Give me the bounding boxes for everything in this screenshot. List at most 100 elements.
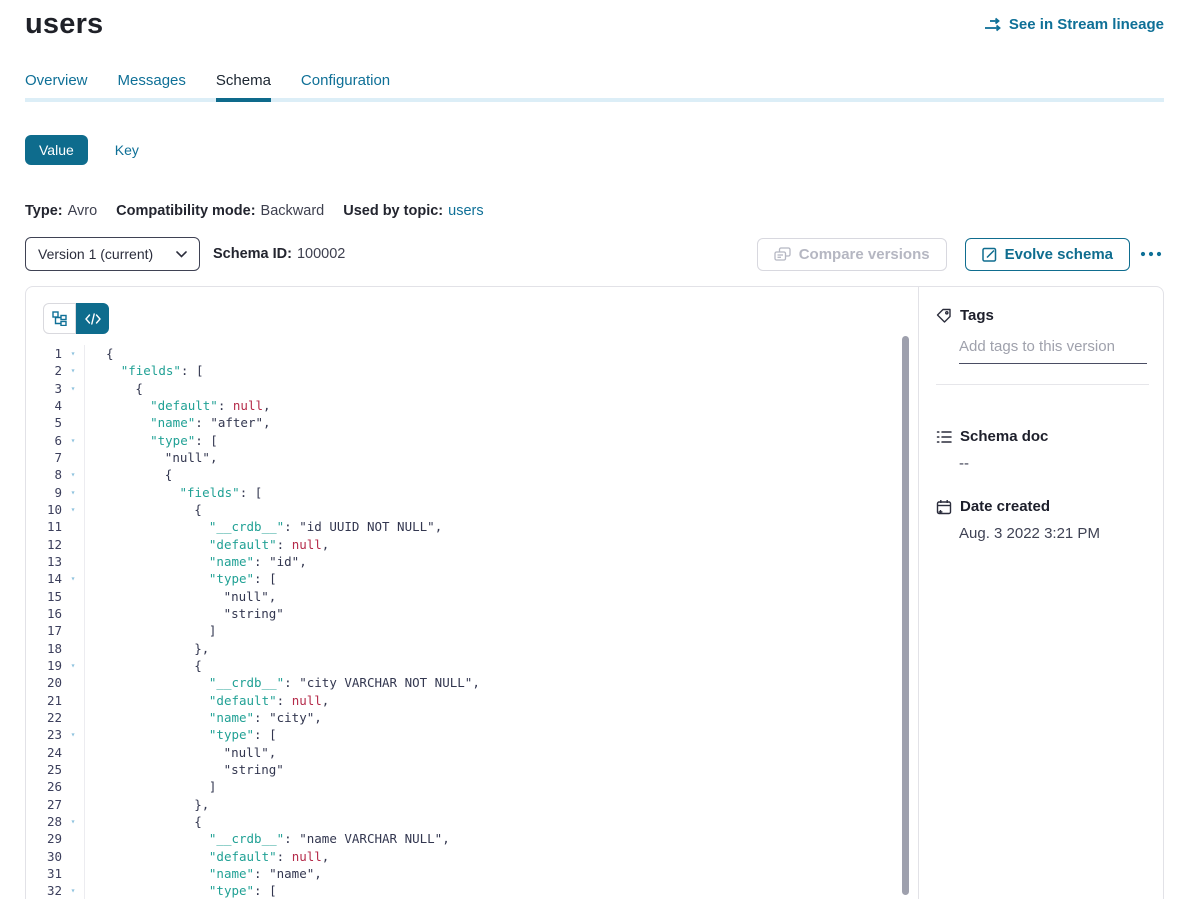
- fold-toggle-icon[interactable]: ▾: [62, 466, 84, 483]
- add-tags-input[interactable]: [959, 338, 1147, 364]
- line-number: 18: [26, 640, 62, 657]
- fold-toggle-icon[interactable]: ▾: [62, 570, 84, 587]
- code-text: "type": [: [84, 570, 918, 587]
- fold-spacer: [62, 674, 84, 691]
- code-text: ]: [84, 622, 918, 639]
- line-number: 17: [26, 622, 62, 639]
- code-text: "fields": [: [84, 362, 918, 379]
- line-number: 3: [26, 380, 62, 397]
- tab-schema[interactable]: Schema: [216, 72, 271, 102]
- calendar-plus-icon: [936, 499, 952, 515]
- fold-spacer: [62, 588, 84, 605]
- fold-toggle-icon[interactable]: ▾: [62, 362, 84, 379]
- fold-spacer: [62, 397, 84, 414]
- code-line: 7"null",: [26, 449, 918, 466]
- line-number: 7: [26, 449, 62, 466]
- code-text: {: [84, 466, 918, 483]
- code-line: 11"__crdb__": "id UUID NOT NULL",: [26, 518, 918, 535]
- fold-spacer: [62, 692, 84, 709]
- code-line: 28▾{: [26, 813, 918, 830]
- chevron-down-icon: [176, 251, 187, 258]
- code-text: },: [84, 796, 918, 813]
- fold-toggle-icon[interactable]: ▾: [62, 657, 84, 674]
- tree-view-icon: [52, 311, 67, 326]
- fold-toggle-icon[interactable]: ▾: [62, 380, 84, 397]
- code-text: "null",: [84, 744, 918, 761]
- code-text: {: [84, 813, 918, 830]
- line-number: 15: [26, 588, 62, 605]
- code-scrollbar[interactable]: [902, 336, 909, 895]
- code-line: 10▾{: [26, 501, 918, 518]
- line-number: 14: [26, 570, 62, 587]
- code-text: "default": null,: [84, 692, 918, 709]
- fold-spacer: [62, 536, 84, 553]
- value-toggle-button[interactable]: Value: [25, 135, 88, 165]
- line-number: 21: [26, 692, 62, 709]
- code-text: "name": "name",: [84, 865, 918, 882]
- code-view-button[interactable]: [76, 303, 109, 334]
- line-number: 19: [26, 657, 62, 674]
- schema-id-label: Schema ID:: [213, 246, 292, 262]
- compatibility-label: Compatibility mode:: [116, 203, 255, 219]
- code-text: "name": "after",: [84, 414, 918, 431]
- code-line: 23▾"type": [: [26, 726, 918, 743]
- code-line: 18},: [26, 640, 918, 657]
- stream-lineage-link[interactable]: See in Stream lineage: [984, 16, 1164, 33]
- version-toolbar: Version 1 (current) Schema ID: 100002 Com…: [25, 237, 1164, 271]
- code-line: 14▾"type": [: [26, 570, 918, 587]
- key-toggle-button[interactable]: Key: [115, 142, 139, 158]
- topbar: users See in Stream lineage: [25, 0, 1164, 41]
- tab-underline-track: [25, 98, 1164, 102]
- code-text: {: [84, 380, 918, 397]
- code-line: 4"default": null,: [26, 397, 918, 414]
- compare-versions-button[interactable]: Compare versions: [757, 238, 947, 271]
- schema-doc-value: --: [959, 455, 1149, 472]
- line-number: 10: [26, 501, 62, 518]
- fold-toggle-icon[interactable]: ▾: [62, 813, 84, 830]
- fold-spacer: [62, 830, 84, 847]
- code-line: 26]: [26, 778, 918, 795]
- fold-toggle-icon[interactable]: ▾: [62, 726, 84, 743]
- fold-toggle-icon[interactable]: ▾: [62, 345, 84, 362]
- fold-spacer: [62, 449, 84, 466]
- code-line: 24 "null",: [26, 744, 918, 761]
- code-editor: 1▾{2▾"fields": [3▾{4"default": null,5"na…: [26, 345, 918, 899]
- code-text: {: [84, 657, 918, 674]
- code-text: {: [84, 345, 918, 362]
- view-toggle: [43, 303, 109, 334]
- line-number: 22: [26, 709, 62, 726]
- topic-link[interactable]: users: [448, 203, 483, 219]
- line-number: 13: [26, 553, 62, 570]
- tree-view-button[interactable]: [43, 303, 76, 334]
- line-number: 24: [26, 744, 62, 761]
- code-text: {: [84, 501, 918, 518]
- code-text: "name": "id",: [84, 553, 918, 570]
- code-text: "string": [84, 761, 918, 778]
- evolve-schema-button[interactable]: Evolve schema: [965, 238, 1130, 271]
- date-created-value: Aug. 3 2022 3:21 PM: [959, 525, 1149, 542]
- code-line: 13 "name": "id",: [26, 553, 918, 570]
- code-text: "string": [84, 605, 918, 622]
- code-line: 12"default": null,: [26, 536, 918, 553]
- line-number: 8: [26, 466, 62, 483]
- evolve-schema-label: Evolve schema: [1005, 246, 1113, 263]
- code-line: 5"name": "after",: [26, 414, 918, 431]
- version-select[interactable]: Version 1 (current): [25, 237, 200, 271]
- fold-toggle-icon[interactable]: ▾: [62, 484, 84, 501]
- line-number: 1: [26, 345, 62, 362]
- code-line: 1▾{: [26, 345, 918, 362]
- fold-spacer: [62, 553, 84, 570]
- edit-square-icon: [982, 247, 997, 262]
- code-line: 25"string": [26, 761, 918, 778]
- fold-spacer: [62, 761, 84, 778]
- fold-toggle-icon[interactable]: ▾: [62, 882, 84, 899]
- date-created-heading-label: Date created: [960, 498, 1050, 515]
- line-number: 16: [26, 605, 62, 622]
- line-number: 12: [26, 536, 62, 553]
- fold-toggle-icon[interactable]: ▾: [62, 501, 84, 518]
- code-line: 9▾"fields": [: [26, 484, 918, 501]
- more-actions-button[interactable]: [1138, 247, 1164, 261]
- schema-id-value: 100002: [297, 246, 345, 262]
- fold-toggle-icon[interactable]: ▾: [62, 432, 84, 449]
- type-value: Avro: [68, 203, 98, 219]
